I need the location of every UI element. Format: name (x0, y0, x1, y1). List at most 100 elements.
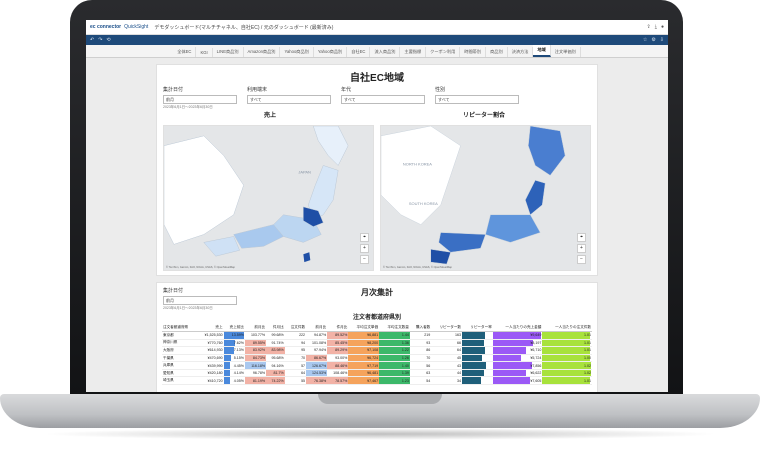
breadcrumb[interactable]: デモダッシュボード(マルチチャネル、自社EC) / 元のダッシュボード (最新済… (154, 24, 646, 31)
column-header[interactable]: 平均注文単価 (348, 324, 380, 332)
column-header[interactable]: 前月比 (306, 324, 328, 332)
app-logo[interactable]: ec connector (90, 24, 121, 30)
cell-text: 219 (424, 333, 431, 338)
download-icon[interactable]: ⤓ (655, 24, 657, 30)
filter-date-2-select[interactable]: 前月 (163, 296, 237, 305)
table-cell: 43 (431, 361, 463, 370)
cell-text: ¥6,481 (367, 371, 379, 376)
user-icon[interactable]: ● (661, 24, 664, 30)
cell-text: ¥6,881 (367, 333, 379, 338)
cell-text: 89.29% (335, 348, 348, 353)
cell-text: 93.00% (335, 356, 348, 361)
sheet-ec-region: 自社EC地域 集計日付 前月 2023年6月1日〜2023年6月30日 利用端末… (156, 64, 598, 276)
tab-3[interactable]: Amazon商品別 (244, 47, 281, 57)
column-header[interactable]: 注文者都道府県 (162, 324, 198, 332)
undo-icon[interactable]: ↶ (90, 37, 94, 43)
tab-5[interactable]: Yahoo商品別 (314, 47, 348, 57)
tab-10[interactable]: 時間帯別 (460, 47, 487, 57)
table-row[interactable]: 大阪府 ¥614,930 7.13% 83.92% 83.98% 95 97.94% 89.2… (162, 346, 592, 355)
filter-device-label: 利用端末 (247, 87, 268, 93)
cell-text: 70 (426, 356, 431, 361)
map2-reset-button[interactable]: ⌖ (577, 233, 586, 242)
table-row[interactable]: 愛知県 ¥420,180 4.14% 96.78% 81.7% 64 124.53% 108.… (162, 369, 592, 378)
cell-text: ¥410,720 (207, 378, 223, 383)
cell-text: ¥8,197 (530, 340, 542, 345)
column-header[interactable]: 件月比 (266, 324, 285, 332)
column-header[interactable]: リピーター数 (431, 324, 463, 332)
cell-text: 66 (457, 340, 462, 345)
tab-7[interactable]: 流入商品別 (370, 47, 401, 57)
laptop-notch (318, 394, 442, 404)
tab-8[interactable]: 主要指標 (400, 47, 427, 57)
reset-icon[interactable]: ⟲ (106, 37, 110, 43)
bookmark-icon[interactable]: ☆ (643, 37, 647, 43)
cell-text: 94.87% (314, 333, 327, 338)
cell-text: 63 (426, 371, 431, 376)
table-cell: ¥614,930 (197, 346, 224, 355)
column-header[interactable]: 平均注文数量 (379, 324, 410, 332)
column-header[interactable]: 一人当たりの売上金額 (492, 324, 543, 332)
cell-text: 222 (299, 333, 306, 338)
redo-icon[interactable]: ↷ (98, 37, 102, 43)
table-row[interactable]: 兵庫県 ¥439,990 4.45% 116.18% 94.16% 57 126.67% 88… (162, 361, 592, 370)
cell-text: 1.00 (584, 356, 591, 361)
cell-text: 84.73% (252, 356, 266, 361)
table-cell: 81.7% (266, 369, 285, 378)
map-zoom-in-button[interactable]: + (360, 244, 369, 253)
column-header[interactable]: 売上 (197, 324, 224, 332)
cell-bar (462, 354, 482, 362)
cell-text: 103.77% (250, 333, 266, 338)
column-header[interactable]: 購入者数 (409, 324, 432, 332)
table-row[interactable]: 神奈川県 ¥770,760 7.62% 89.55% 91.74% 94 101.08% 85… (162, 339, 592, 348)
tab-6[interactable]: 自社EC (347, 47, 371, 57)
cell-text: 1.02 (584, 371, 591, 376)
export-icon[interactable]: ⇩ (660, 37, 664, 43)
table-row[interactable]: 千葉県 ¥470,690 5.15% 84.73% 95.68% 70 86.67% 93.0… (162, 354, 592, 363)
table-cell: 埼玉県 (162, 376, 198, 386)
map2-zoom-in-button[interactable]: + (577, 244, 586, 253)
filter-gender-select[interactable]: すべて (435, 95, 519, 104)
filter-device-select[interactable]: すべて (247, 95, 331, 104)
cell-text: 116.18% (251, 363, 266, 368)
cell-text: ¥439,990 (207, 363, 223, 368)
map2-zoom-out-button[interactable]: − (577, 255, 586, 264)
cell-text: ¥7,719 (367, 363, 379, 368)
table-row[interactable]: 埼玉県 ¥410,720 4.05% 81.19% 74.22% 55 76.38% 78.5… (162, 376, 592, 386)
share-icon[interactable]: ⇪ (647, 24, 651, 30)
tab-2[interactable]: LINE商品別 (213, 47, 244, 57)
table-cell: ¥8,200 (348, 339, 380, 348)
map-sales[interactable]: JAPAN ⌖ + − © TomTom, Garmin, FAO, NOAA,… (163, 125, 374, 271)
filter-age-select[interactable]: すべて (341, 95, 425, 104)
table-cell: 1.00 (542, 354, 592, 363)
filter-age: 年代 すべて (341, 86, 425, 110)
cell-text: 83.98% (271, 348, 284, 353)
tab-4[interactable]: Yahoo商品別 (280, 47, 314, 57)
settings-icon[interactable]: ⚙ (651, 37, 655, 43)
cell-text: 83.92% (252, 348, 266, 353)
cell-text: ¥770,760 (207, 340, 223, 345)
table-row[interactable]: 東京都 ¥1,525,530 13.59% 103.77% 99.68% 222 94.87… (162, 331, 592, 340)
table-cell: ¥470,690 (197, 354, 224, 363)
column-header[interactable]: 注文件数 (284, 324, 307, 332)
tab-11[interactable]: 商品別 (486, 47, 508, 57)
column-header[interactable]: 前月比 (244, 324, 267, 332)
tab-14[interactable]: 注文単価別 (551, 47, 581, 57)
tab-0[interactable]: 全体EC (173, 47, 197, 57)
table-cell: ¥7,467 (348, 376, 380, 386)
laptop-screen: ec connector QuickSight デモダッシュボード(マルチチャネ… (86, 20, 668, 392)
map-reset-button[interactable]: ⌖ (360, 233, 369, 242)
table-cell: 1.02 (542, 369, 592, 378)
column-header[interactable]: 一人当たりの注文件数 (542, 324, 592, 332)
tab-9[interactable]: クーポン利用 (426, 47, 461, 57)
cell-text: 163 (455, 333, 462, 338)
column-header[interactable]: 売上前比 (223, 324, 245, 332)
tab-1[interactable]: KGI (196, 48, 213, 57)
column-header[interactable]: 件月比 (327, 324, 349, 332)
map-zoom-out-button[interactable]: − (360, 255, 369, 264)
filter-date-select[interactable]: 前月 (163, 95, 237, 104)
column-header[interactable]: リピーター率 (462, 324, 493, 332)
table-cell: 1.01 (542, 339, 592, 348)
tab-12[interactable]: 決済方法 (508, 47, 534, 57)
map-repeater[interactable]: NORTH KOREA SOUTH KOREA ⌖ + − © TomTom, … (380, 125, 591, 271)
tab-13[interactable]: 地域 (533, 45, 551, 57)
